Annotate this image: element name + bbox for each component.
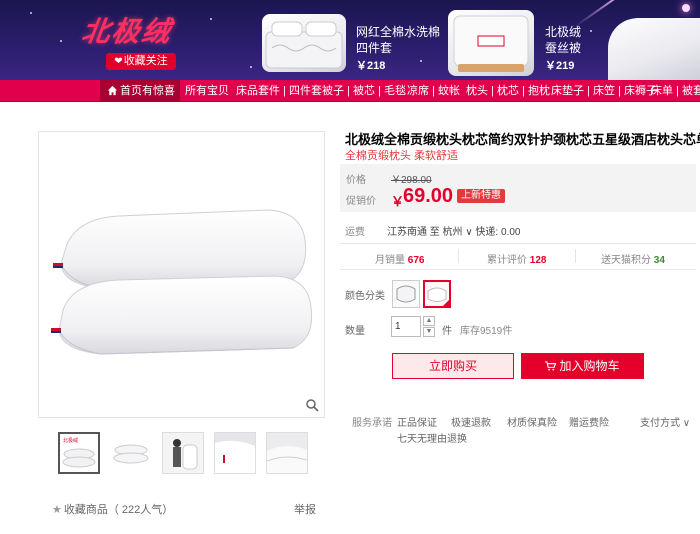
- thumbnail-2[interactable]: [110, 432, 152, 474]
- divider: [458, 249, 459, 263]
- nav-bedding-sets[interactable]: 床品套件 | 四件套: [236, 80, 322, 102]
- meteor-decoration: [574, 0, 626, 28]
- home-icon: [107, 85, 118, 96]
- monthly-sales-label: 月销量: [375, 255, 405, 266]
- thumbnail-1[interactable]: 北极绒: [58, 432, 100, 474]
- favorite-store-button[interactable]: ❤收藏关注: [106, 53, 176, 70]
- quantity-increase-icon[interactable]: ▲: [423, 316, 435, 326]
- duvet-set-image: [262, 14, 346, 72]
- monthly-sales-value: 676: [407, 255, 425, 266]
- nav-home[interactable]: 首页有惊喜: [100, 80, 180, 102]
- quantity-decrease-icon[interactable]: ▼: [423, 327, 435, 337]
- tmall-points: 送天猫积分 34: [601, 251, 665, 266]
- reviews-label: 累计评价: [487, 255, 527, 266]
- promo1-price: ￥218: [356, 60, 386, 72]
- review-count[interactable]: 累计评价 128: [487, 251, 546, 266]
- nav-quilts[interactable]: 被子 | 被芯 | 毛毯: [322, 80, 406, 102]
- heart-icon: ❤: [114, 56, 123, 67]
- monthly-sales: 月销量 676: [375, 251, 424, 266]
- silk-quilt-image: [448, 10, 534, 76]
- service-item[interactable]: 正品保证: [397, 414, 437, 429]
- thumbnail-pillow-icon: [113, 444, 149, 464]
- favorite-product[interactable]: ★ 收藏商品（ 222人气）: [52, 501, 173, 517]
- thumbnail-model-icon: [163, 433, 203, 473]
- shipping-value[interactable]: 江苏南通 至 杭州 ∨ 快递: 0.00: [387, 223, 520, 238]
- color-option-2[interactable]: [423, 280, 451, 308]
- store-logo[interactable]: 北极绒: [79, 10, 175, 50]
- points-label: 送天猫积分: [601, 255, 651, 266]
- quantity-unit: 件: [442, 326, 452, 337]
- add-to-cart-button[interactable]: 加入购物车: [521, 353, 644, 379]
- nav-mattress[interactable]: 床垫子 | 床笠 | 床褥子: [551, 80, 657, 102]
- service-label: 服务承诺: [352, 418, 392, 429]
- service-item[interactable]: 七天无理由退换: [397, 430, 467, 445]
- divider: [340, 269, 696, 270]
- thumbnail-5[interactable]: [266, 432, 308, 474]
- main-product-image[interactable]: [38, 131, 325, 418]
- nav-all-items[interactable]: 所有宝贝: [185, 80, 229, 102]
- favorite-product-label: 收藏商品: [63, 504, 108, 516]
- stock-count: 库存9519件: [460, 326, 513, 337]
- quantity-input[interactable]: [391, 316, 421, 337]
- thumbnail-detail-icon: [215, 433, 255, 473]
- promo2-price: ￥219: [545, 60, 575, 72]
- svg-text:北极绒: 北极绒: [63, 437, 78, 444]
- popularity-count: （ 222人气）: [107, 504, 174, 516]
- bedding-set-icon: [265, 21, 343, 69]
- cart-icon: [545, 361, 557, 371]
- service-item[interactable]: 极速退款: [451, 414, 491, 429]
- promo-tag: 上新特惠: [457, 189, 505, 203]
- nav-pillows[interactable]: 枕头 | 枕芯 | 抱枕: [466, 80, 550, 102]
- product-title: 北极绒全棉贡缎枕头枕芯简约双针护颈枕芯五星级酒店枕头芯单只装: [345, 132, 700, 147]
- star-icon: ★: [52, 504, 62, 516]
- price-panel: 价格 ￥298.00 促销价 ￥ 69.00 上新特惠: [340, 164, 696, 212]
- add-to-cart-label: 加入购物车: [559, 359, 620, 373]
- thumbnail-3[interactable]: [162, 432, 204, 474]
- divider: [340, 243, 696, 244]
- color-label: 颜色分类: [345, 291, 385, 302]
- service-item[interactable]: 赠运费险: [569, 414, 609, 429]
- promo-price-label: 促销价: [346, 196, 376, 207]
- favorite-store-label: 收藏关注: [123, 55, 168, 67]
- swatch-pillow-icon: [396, 285, 416, 303]
- thumbnail-fabric-icon: [267, 433, 307, 473]
- promo2-title-line2: 蚕丝被: [545, 41, 582, 55]
- payment-methods[interactable]: 支付方式 ∨: [640, 414, 690, 429]
- promo1-title-line2: 四件套: [356, 41, 393, 55]
- nav-mats[interactable]: 凉席 | 蚊帐: [407, 80, 460, 102]
- product-subtitle: 全棉贡缎枕头 柔软舒适: [345, 150, 459, 162]
- zoom-icon[interactable]: [305, 398, 319, 412]
- nav-home-label: 首页有惊喜: [120, 85, 175, 97]
- pillow-stack-image: [51, 209, 313, 355]
- store-banner: 北极绒 ❤收藏关注 网红全棉水洗棉 四件套 ￥218 北极绒 蚕丝被 ￥219: [0, 0, 700, 80]
- original-price: ￥298.00: [391, 175, 432, 186]
- nav-sheets[interactable]: 床单 | 被套: [651, 80, 700, 102]
- report-link[interactable]: 举报: [294, 501, 316, 517]
- sparkle-decoration: [682, 4, 690, 12]
- reviews-value: 128: [529, 255, 547, 266]
- price-label: 价格: [346, 175, 366, 186]
- thumbnail-4[interactable]: [214, 432, 256, 474]
- color-option-1[interactable]: [392, 280, 420, 308]
- buy-now-button[interactable]: 立即购买: [392, 353, 514, 379]
- selected-check-icon: [442, 299, 450, 307]
- shipping-label: 运费: [345, 227, 365, 238]
- divider: [575, 249, 576, 263]
- service-item[interactable]: 材质保真险: [507, 414, 557, 429]
- promo-price: 69.00: [403, 185, 454, 207]
- store-nav: 首页有惊喜 所有宝贝 床品套件 | 四件套 被子 | 被芯 | 毛毯 凉席 | …: [0, 80, 700, 102]
- thumbnail-pillow-icon: 北极绒: [60, 434, 98, 472]
- quilt-icon: [453, 15, 529, 72]
- quantity-label: 数量: [345, 326, 365, 337]
- promo1-title-line1: 网红全棉水洗棉: [356, 25, 441, 39]
- down-comforter-image: [608, 18, 700, 80]
- points-value: 34: [653, 255, 665, 266]
